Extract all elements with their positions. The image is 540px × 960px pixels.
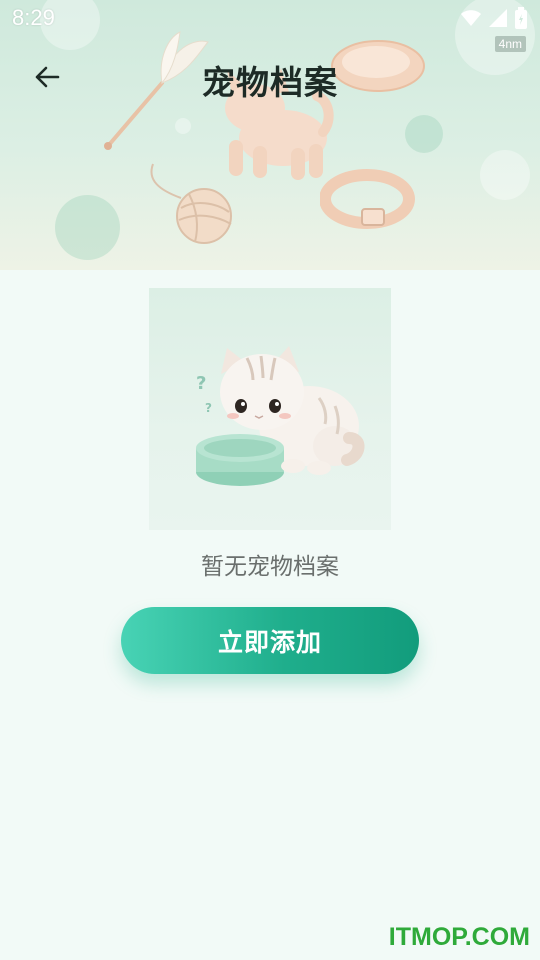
page-title: 宠物档案 [202, 63, 338, 102]
empty-state-message: 暂无宠物档案 [201, 554, 339, 580]
signal-icon [489, 9, 507, 27]
status-bar: 8:29 [0, 0, 540, 36]
svg-text:?: ? [196, 373, 206, 394]
sad-cat-illustration: ? ? [196, 346, 365, 486]
wifi-icon [461, 10, 481, 26]
add-now-button[interactable]: 立即添加 [121, 607, 419, 674]
watermark: ITMOP.COM [388, 923, 530, 951]
empty-state-image: ? ? [149, 288, 391, 530]
svg-text:?: ? [205, 401, 212, 415]
battery-icon [515, 7, 527, 29]
collar-illustration [320, 169, 415, 229]
status-badge: 4nm [494, 36, 526, 52]
header-banner [0, 0, 540, 270]
yarn-ball-illustration [150, 163, 232, 244]
status-icons [460, 7, 528, 29]
status-time: 8:29 [12, 5, 55, 30]
